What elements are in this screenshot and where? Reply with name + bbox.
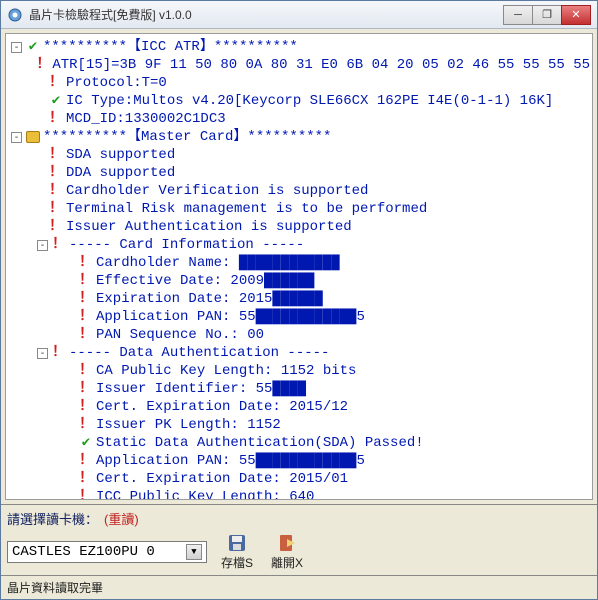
- tree-node-icc-pk-length[interactable]: ！ ICC Public Key Length: 640: [8, 488, 590, 500]
- tree-node-ia[interactable]: ！ Issuer Authentication is supported: [8, 218, 590, 236]
- bang-icon: ！: [48, 164, 64, 182]
- tree-node-cardinfo[interactable]: - ！ ----- Card Information -----: [8, 236, 590, 254]
- exit-icon: [276, 532, 298, 554]
- reload-link[interactable]: (重讀): [104, 509, 139, 528]
- tree-node-icc-atr[interactable]: - ✔ **********【ICC ATR】**********: [8, 38, 590, 56]
- tree-node-expiration-date[interactable]: ！ Expiration Date: 2015██████: [8, 290, 590, 308]
- bang-icon: ！: [51, 344, 67, 362]
- tree-node-ca-pk-length[interactable]: ！ CA Public Key Length: 1152 bits: [8, 362, 590, 380]
- bang-icon: ！: [78, 398, 94, 416]
- bang-icon: ！: [78, 308, 94, 326]
- tree-node-issuer-id[interactable]: ！ Issuer Identifier: 55████: [8, 380, 590, 398]
- bang-icon: ！: [78, 488, 94, 500]
- bang-icon: ！: [78, 254, 94, 272]
- statusbar: 晶片資料讀取完畢: [1, 575, 597, 599]
- maximize-button[interactable]: ❐: [532, 5, 562, 25]
- tree-node-mcdid[interactable]: ！ MCD_ID:1330002C1DC3: [8, 110, 590, 128]
- close-button[interactable]: ✕: [561, 5, 591, 25]
- bang-icon: ！: [48, 110, 64, 128]
- tree-node-issuer-pk-length[interactable]: ！ Issuer PK Length: 1152: [8, 416, 590, 434]
- save-icon: [226, 532, 248, 554]
- tree-node-mastercard[interactable]: - **********【Master Card】**********: [8, 128, 590, 146]
- tree-node-application-pan[interactable]: ！ Application PAN: 55████████████5: [8, 308, 590, 326]
- tree-node-atr[interactable]: ！ ATR[15]=3B 9F 11 50 80 0A 80 31 E0 6B …: [8, 56, 590, 74]
- window-buttons: ─ ❐ ✕: [504, 5, 591, 25]
- bang-icon: ！: [48, 218, 64, 236]
- app-window: 晶片卡檢驗程式[免費版] v1.0.0 ─ ❐ ✕ - ✔ **********…: [0, 0, 598, 600]
- reader-label: 請選擇讀卡機：: [7, 509, 98, 528]
- reader-panel: 請選擇讀卡機： (重讀): [1, 504, 597, 532]
- tree-node-cert-exp[interactable]: ！ Cert. Expiration Date: 2015/12: [8, 398, 590, 416]
- bang-icon: ！: [78, 272, 94, 290]
- bang-icon: ！: [78, 326, 94, 344]
- bang-icon: ！: [48, 146, 64, 164]
- check-icon: ✔: [78, 434, 94, 452]
- tree-node-cardholder-name[interactable]: ！ Cardholder Name: ████████████: [8, 254, 590, 272]
- bang-icon: ！: [78, 470, 94, 488]
- tree-node-sda-passed[interactable]: ✔ Static Data Authentication(SDA) Passed…: [8, 434, 590, 452]
- bang-icon: ！: [48, 200, 64, 218]
- tree-node-effective-date[interactable]: ！ Effective Date: 2009██████: [8, 272, 590, 290]
- card-icon: [25, 131, 41, 143]
- check-icon: ✔: [25, 38, 41, 56]
- bang-icon: ！: [78, 416, 94, 434]
- tree-view[interactable]: - ✔ **********【ICC ATR】********** ！ ATR[…: [5, 33, 593, 500]
- tree-node-trm[interactable]: ！ Terminal Risk management is to be perf…: [8, 200, 590, 218]
- save-button[interactable]: 存檔S: [217, 532, 257, 571]
- exit-label: 離開X: [271, 554, 303, 571]
- bang-icon: ！: [78, 362, 94, 380]
- reader-selected-value: CASTLES EZ100PU 0: [12, 544, 155, 560]
- window-title: 晶片卡檢驗程式[免費版] v1.0.0: [29, 6, 504, 23]
- tree-node-app-pan[interactable]: ！ Application PAN: 55████████████5: [8, 452, 590, 470]
- expander-icon[interactable]: -: [37, 348, 48, 359]
- tree-node-ictype[interactable]: ✔ IC Type:Multos v4.20[Keycorp SLE66CX 1…: [8, 92, 590, 110]
- bang-icon: ！: [48, 182, 64, 200]
- chevron-down-icon[interactable]: ▼: [186, 544, 202, 560]
- expander-icon[interactable]: -: [37, 240, 48, 251]
- tree-node-pan-seq[interactable]: ！ PAN Sequence No.: 00: [8, 326, 590, 344]
- reader-row: CASTLES EZ100PU 0 ▼ 存檔S 離開X: [1, 532, 597, 575]
- tree-node-sda[interactable]: ！ SDA supported: [8, 146, 590, 164]
- reader-select[interactable]: CASTLES EZ100PU 0 ▼: [7, 541, 207, 563]
- status-text: 晶片資料讀取完畢: [7, 581, 103, 595]
- exit-button[interactable]: 離開X: [267, 532, 307, 571]
- bang-icon: ！: [78, 452, 94, 470]
- bang-icon: ！: [51, 236, 67, 254]
- tree-node-dataauth[interactable]: - ！ ----- Data Authentication -----: [8, 344, 590, 362]
- expander-icon[interactable]: -: [11, 132, 22, 143]
- titlebar: 晶片卡檢驗程式[免費版] v1.0.0 ─ ❐ ✕: [1, 1, 597, 29]
- bang-icon: ！: [78, 290, 94, 308]
- bang-icon: ！: [78, 380, 94, 398]
- tree-node-protocol[interactable]: ！ Protocol:T=0: [8, 74, 590, 92]
- minimize-button[interactable]: ─: [503, 5, 533, 25]
- app-icon: [7, 7, 23, 23]
- check-icon: ✔: [48, 92, 64, 110]
- expander-icon[interactable]: -: [11, 42, 22, 53]
- bang-icon: ！: [48, 74, 64, 92]
- tree-node-cv[interactable]: ！ Cardholder Verification is supported: [8, 182, 590, 200]
- tree-node-dda[interactable]: ！ DDA supported: [8, 164, 590, 182]
- tree-node-cert-exp2[interactable]: ！ Cert. Expiration Date: 2015/01: [8, 470, 590, 488]
- save-label: 存檔S: [221, 554, 253, 571]
- bang-icon: ！: [36, 56, 50, 74]
